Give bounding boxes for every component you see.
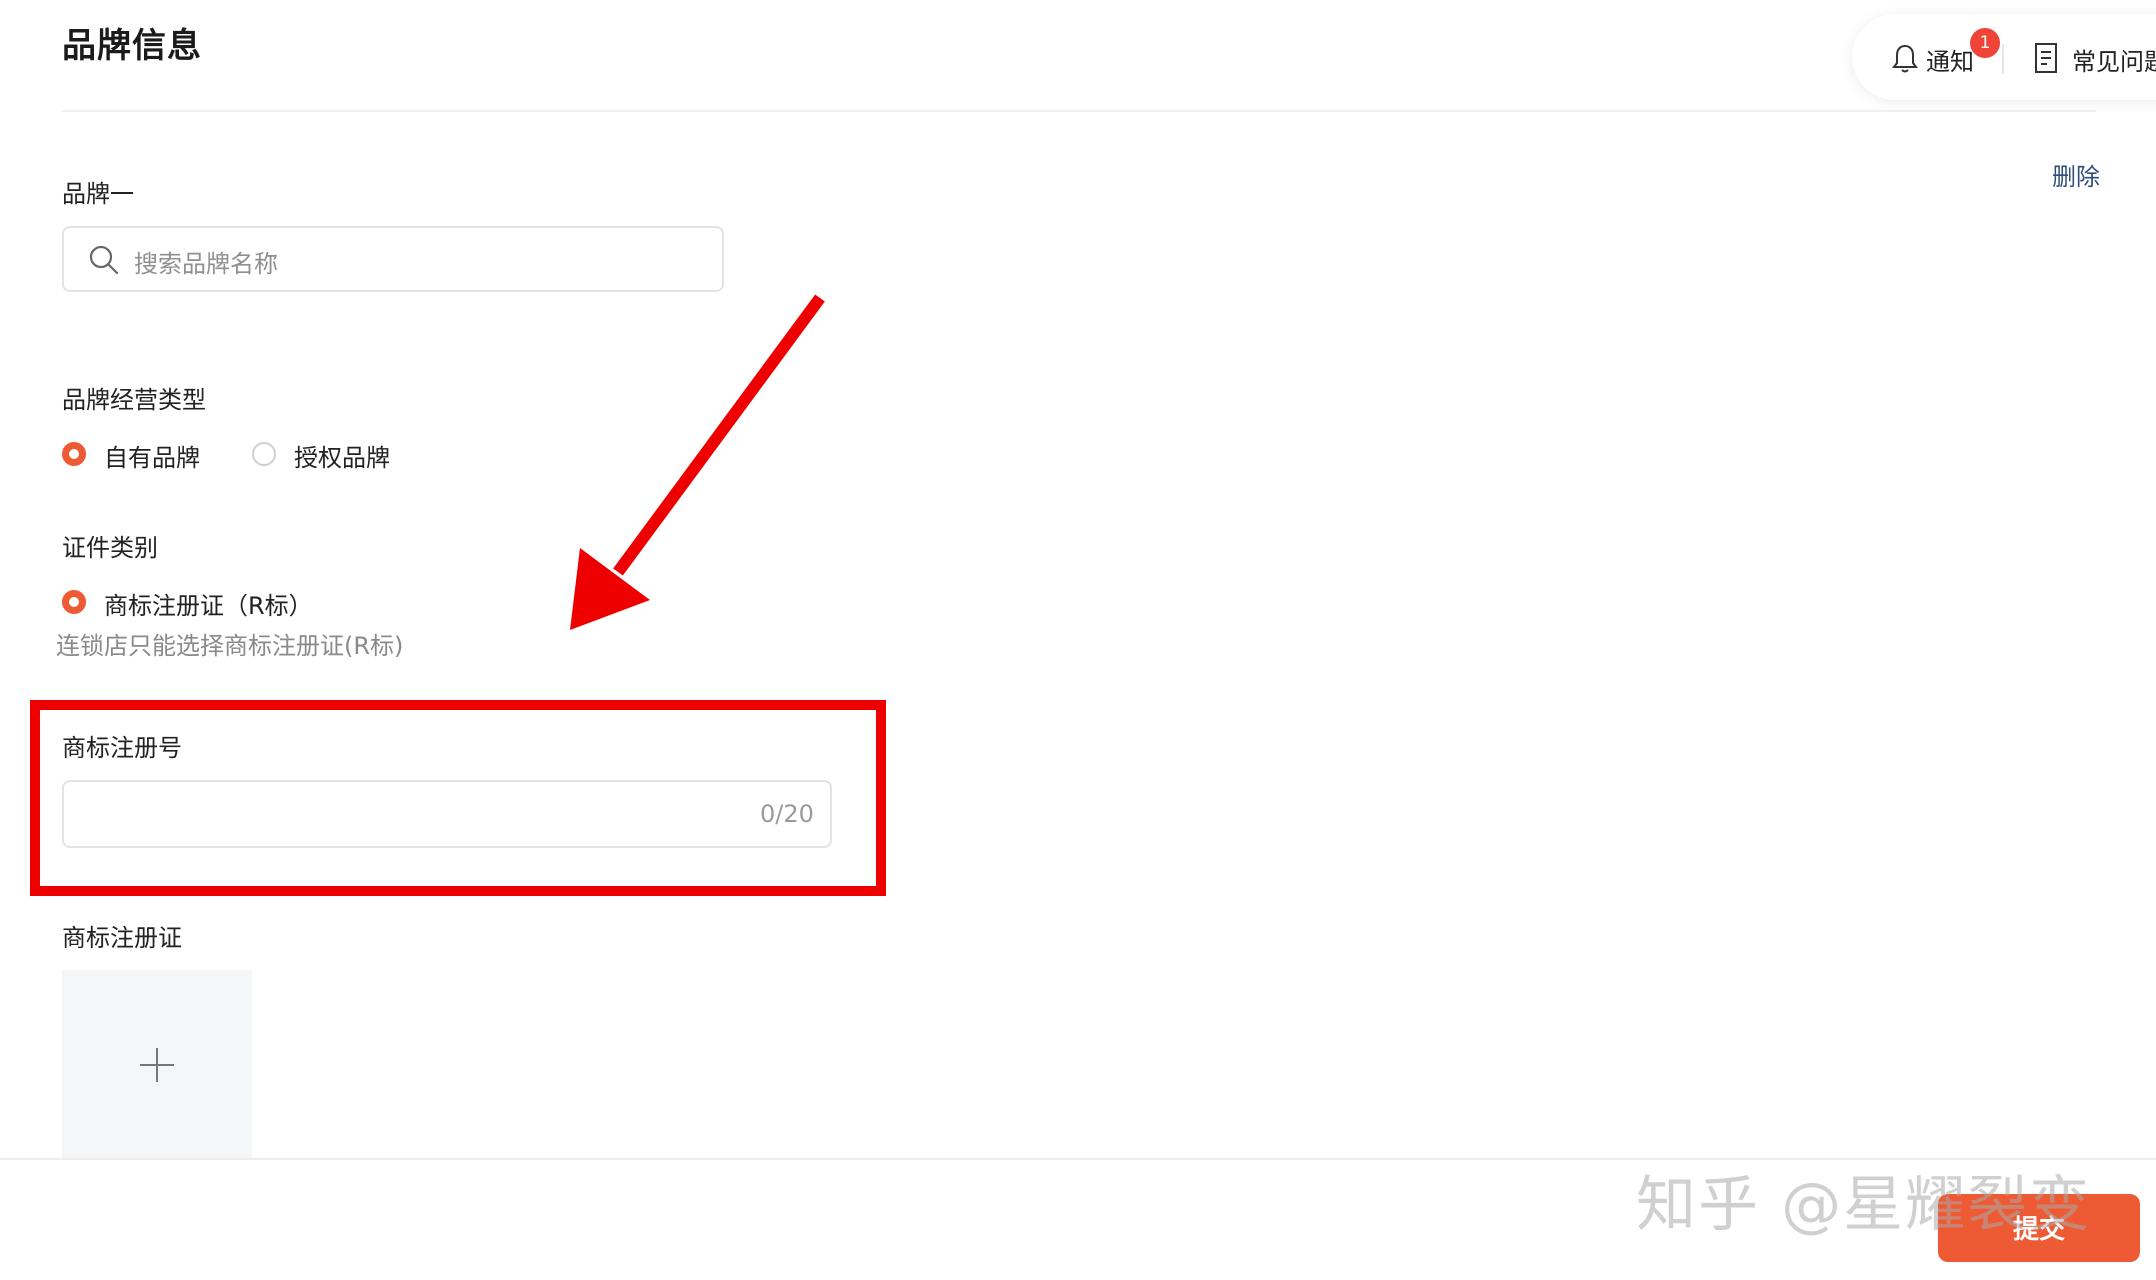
search-icon bbox=[89, 245, 119, 275]
radio-own-brand-label[interactable]: 自有品牌 bbox=[104, 438, 200, 473]
divider bbox=[2002, 44, 2004, 74]
certificate-type-label: 证件类别 bbox=[62, 534, 158, 562]
plus-icon-vertical bbox=[156, 1048, 158, 1082]
notify-badge: 1 bbox=[1970, 28, 2000, 58]
document-icon[interactable] bbox=[2034, 42, 2058, 74]
trademark-certificate-label: 商标注册证 bbox=[62, 924, 182, 952]
radio-authorized-brand[interactable] bbox=[252, 442, 276, 466]
radio-trademark-certificate-label[interactable]: 商标注册证（R标） bbox=[104, 586, 313, 621]
annotation-highlight-box bbox=[30, 700, 886, 896]
brand-section-label: 品牌一 bbox=[62, 180, 134, 208]
delete-brand-button[interactable]: 删除 bbox=[2052, 157, 2100, 192]
operation-type-label: 品牌经营类型 bbox=[62, 386, 206, 414]
faq-label[interactable]: 常见问题 bbox=[2072, 42, 2156, 77]
radio-trademark-certificate[interactable] bbox=[62, 590, 86, 614]
radio-own-brand[interactable] bbox=[62, 442, 86, 466]
bell-icon[interactable] bbox=[1890, 42, 1920, 76]
certificate-hint: 连锁店只能选择商标注册证(R标) bbox=[56, 632, 404, 660]
header-divider bbox=[62, 110, 2096, 112]
watermark: 知乎 @星耀裂变 bbox=[1636, 1170, 2092, 1240]
radio-authorized-brand-label[interactable]: 授权品牌 bbox=[294, 438, 390, 473]
brand-search-placeholder: 搜索品牌名称 bbox=[134, 250, 278, 278]
notify-label[interactable]: 通知 bbox=[1926, 42, 1974, 77]
page-title: 品牌信息 bbox=[62, 26, 202, 66]
